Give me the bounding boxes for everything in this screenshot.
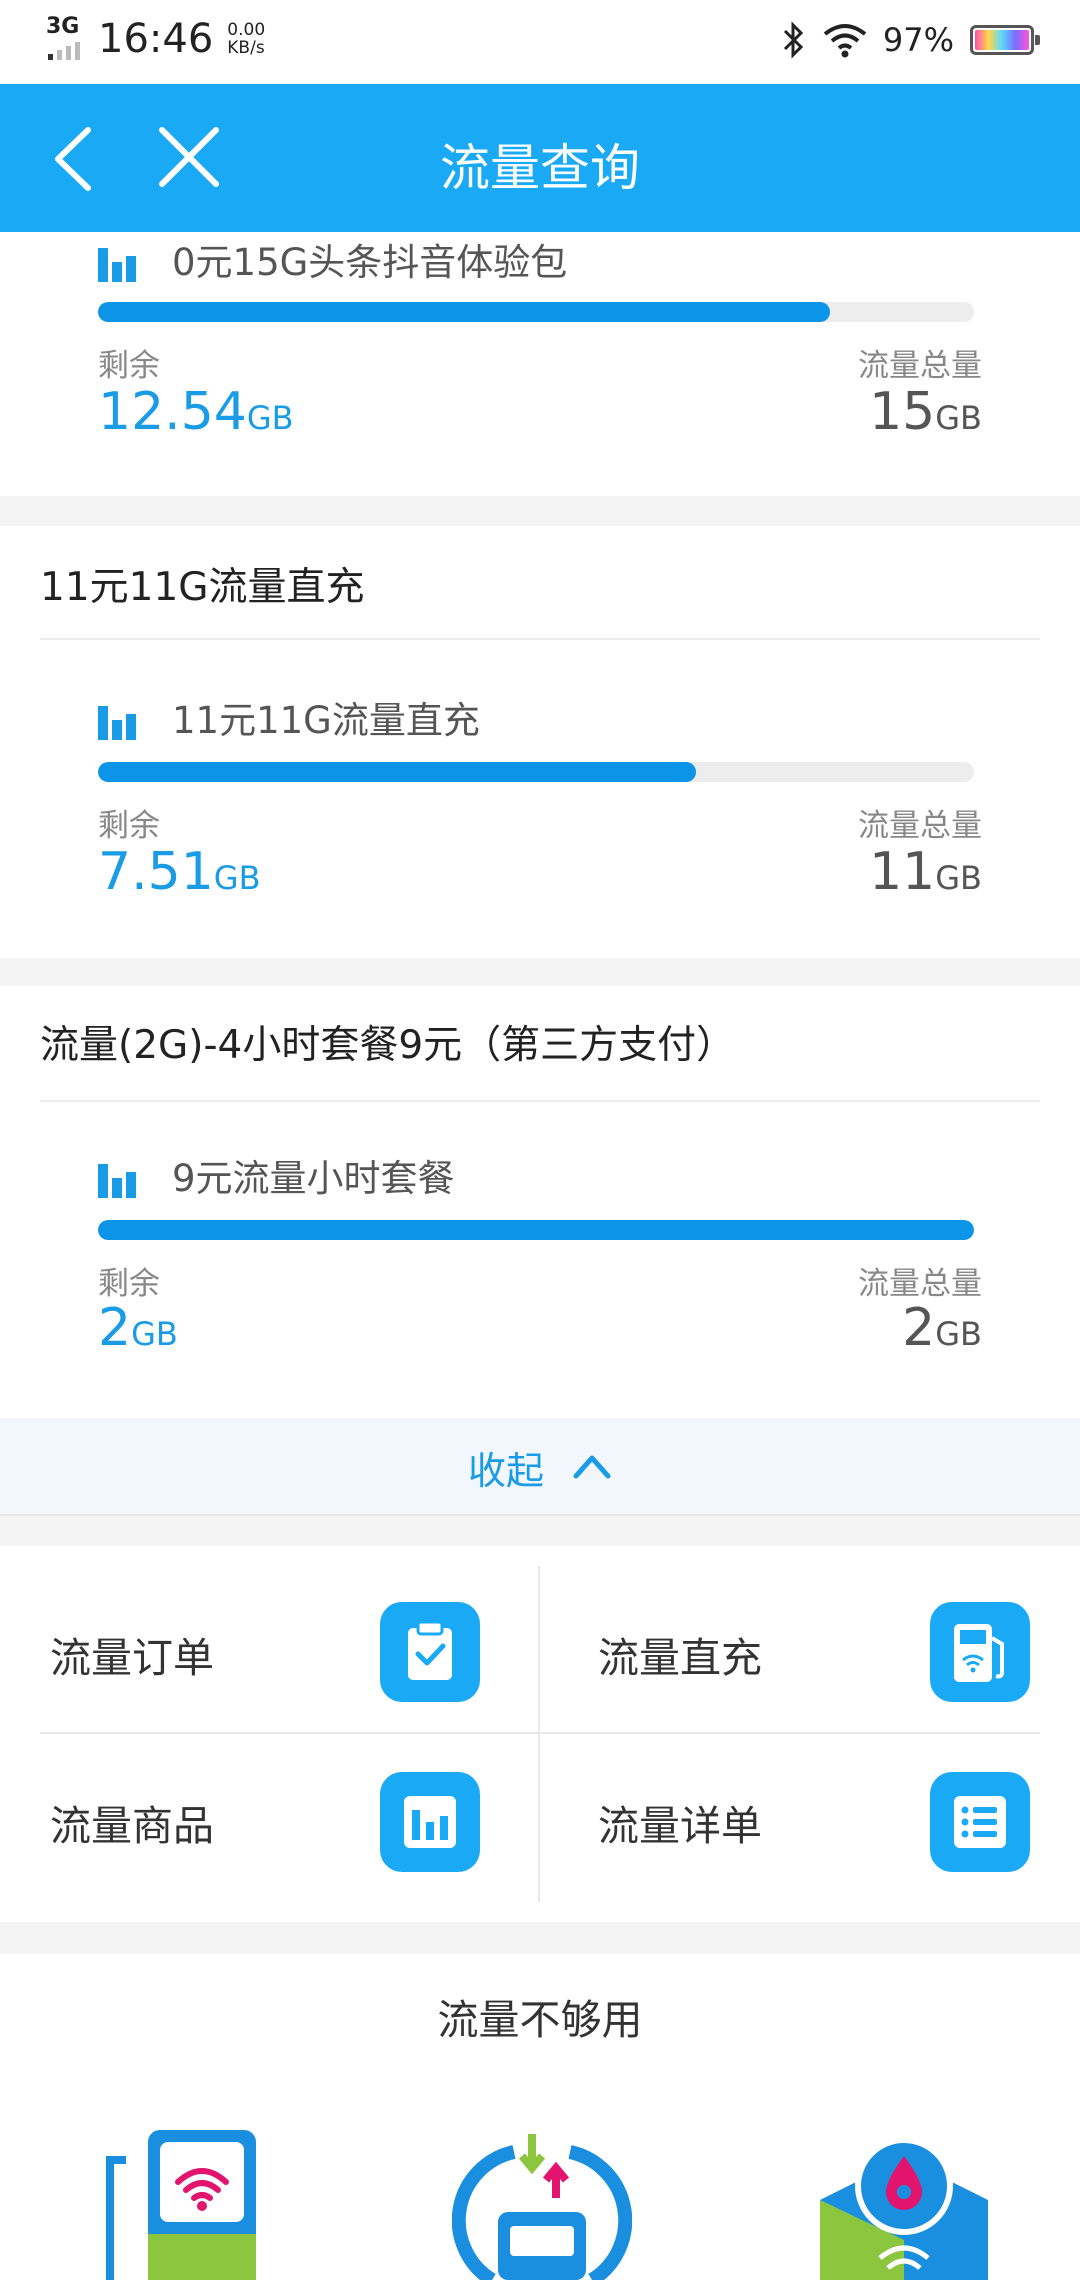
app-header: 流量查询 — [0, 84, 1080, 232]
menu-grid: 流量订单 流量直充 流量商品 流量详单 — [0, 1546, 1080, 1922]
bar-chart-icon — [380, 1772, 480, 1872]
wifi-recharge-icon — [930, 1602, 1030, 1702]
menu-item-label: 流量详单 — [598, 1802, 762, 1850]
total-label: 流量总量 — [858, 348, 982, 384]
menu-item-label: 流量订单 — [50, 1634, 214, 1682]
usage-progress-bar — [98, 302, 974, 322]
battery-percent: 97% — [882, 21, 954, 59]
data-box-illustration[interactable] — [804, 2130, 1004, 2280]
bluetooth-icon — [783, 21, 803, 59]
bar-chart-icon — [98, 1164, 136, 1198]
clock: 16:46 — [98, 16, 214, 62]
total-value: 15GB — [869, 382, 982, 442]
total-value: 2GB — [902, 1298, 982, 1358]
network-speed: 0.00 KB/s — [227, 20, 266, 58]
remaining-label: 剩余 — [98, 1266, 160, 1302]
collapse-label: 收起 — [468, 1449, 545, 1493]
package-item: 11元11G流量直充 剩余 流量总量 7.51GB 11GB — [0, 690, 1080, 950]
menu-item-label: 流量商品 — [50, 1802, 214, 1850]
divider — [40, 1100, 1040, 1102]
remaining-label: 剩余 — [98, 808, 160, 844]
clipboard-check-icon — [380, 1602, 480, 1702]
not-enough-section: 流量不够用 — [0, 1954, 1080, 2280]
menu-item-products[interactable]: 流量商品 — [0, 1736, 540, 1906]
bar-chart-icon — [98, 248, 136, 282]
package-title: 流量(2G)-4小时套餐9元（第三方支付） — [40, 1023, 736, 1068]
divider — [40, 638, 1040, 640]
network-signal-icon: 3G — [46, 14, 90, 64]
menu-item-details[interactable]: 流量详单 — [540, 1736, 1080, 1906]
remaining-value: 12.54GB — [98, 382, 294, 442]
collapse-button[interactable]: 收起 — [0, 1418, 1080, 1516]
status-bar: 3G 16:46 0.00 KB/s 97% — [0, 0, 1080, 84]
page-title: 流量查询 — [440, 139, 640, 197]
chevron-up-icon — [573, 1455, 611, 1479]
menu-item-recharge[interactable]: 流量直充 — [540, 1566, 1080, 1736]
usage-progress-bar — [98, 1220, 974, 1240]
battery-icon — [970, 25, 1040, 55]
package-card: 流量(2G)-4小时套餐9元（第三方支付） 9元流量小时套餐 剩余 流量总量 2… — [0, 986, 1080, 1418]
total-label: 流量总量 — [858, 1266, 982, 1302]
package-card: 11元11G流量直充 11元11G流量直充 剩余 流量总量 7.51GB 11G… — [0, 526, 1080, 958]
usage-progress-bar — [98, 762, 974, 782]
package-title: 11元11G流量直充 — [40, 565, 365, 610]
remaining-value: 2GB — [98, 1298, 178, 1358]
usage-progress-fill — [98, 1220, 974, 1240]
data-transfer-illustration[interactable] — [452, 2130, 632, 2280]
bar-chart-icon — [98, 706, 136, 740]
package-item-name: 0元15G头条抖音体验包 — [172, 241, 568, 284]
usage-progress-fill — [98, 762, 697, 782]
section-title: 流量不够用 — [437, 1996, 643, 2044]
menu-item-orders[interactable]: 流量订单 — [0, 1566, 540, 1736]
package-item: 0元15G头条抖音体验包 剩余 流量总量 12.54GB 15GB — [0, 232, 1080, 496]
network-type: 3G — [46, 14, 80, 39]
package-item: 9元流量小时套餐 剩余 流量总量 2GB 2GB — [0, 1148, 1080, 1408]
package-item-name: 9元流量小时套餐 — [172, 1157, 455, 1200]
wifi-icon — [823, 24, 867, 58]
menu-item-label: 流量直充 — [598, 1634, 762, 1682]
remaining-label: 剩余 — [98, 348, 160, 384]
wifi-terminal-illustration[interactable] — [90, 2130, 290, 2280]
usage-progress-fill — [98, 302, 831, 322]
total-value: 11GB — [869, 842, 982, 902]
remaining-value: 7.51GB — [98, 842, 261, 902]
package-item-name: 11元11G流量直充 — [172, 699, 480, 742]
package-card: 0元15G头条抖音体验包 剩余 流量总量 12.54GB 15GB — [0, 232, 1080, 496]
list-icon — [930, 1772, 1030, 1872]
total-label: 流量总量 — [858, 808, 982, 844]
